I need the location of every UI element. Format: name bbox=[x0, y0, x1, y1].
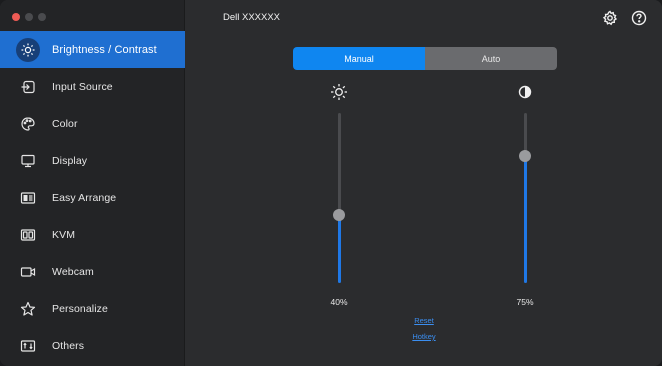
kvm-icon bbox=[17, 224, 39, 246]
sidebar-item-input-source[interactable]: Input Source bbox=[0, 68, 185, 105]
mode-toggle: Manual Auto bbox=[293, 47, 557, 70]
sidebar-item-personalize[interactable]: Personalize bbox=[0, 290, 185, 327]
sidebar-nav: Brightness / Contrast Input Source Color… bbox=[0, 31, 185, 364]
sidebar-item-label: Input Source bbox=[52, 80, 113, 93]
sidebar-item-label: Color bbox=[52, 117, 78, 130]
sidebar-item-label: Brightness / Contrast bbox=[52, 43, 157, 56]
contrast-slider[interactable] bbox=[519, 113, 531, 283]
sidebar-item-label: Personalize bbox=[52, 302, 108, 315]
contrast-value: 75% bbox=[516, 297, 534, 307]
reset-link[interactable]: Reset bbox=[394, 316, 454, 325]
star-icon bbox=[17, 298, 39, 320]
auto-mode-button[interactable]: Auto bbox=[425, 47, 557, 70]
input-source-icon bbox=[17, 76, 39, 98]
sidebar-item-easy-arrange[interactable]: Easy Arrange bbox=[0, 179, 185, 216]
sidebar-item-webcam[interactable]: Webcam bbox=[0, 253, 185, 290]
page-title: Dell XXXXXX bbox=[223, 12, 281, 23]
contrast-slider-group: 75% bbox=[505, 83, 545, 313]
manual-mode-button[interactable]: Manual bbox=[293, 47, 425, 70]
brightness-slider-fill bbox=[337, 215, 341, 283]
brightness-slider-thumb[interactable] bbox=[333, 209, 345, 221]
zoom-window-button[interactable] bbox=[38, 13, 46, 21]
contrast-slider-thumb[interactable] bbox=[519, 149, 531, 162]
sidebar-item-kvm[interactable]: KVM bbox=[0, 216, 185, 253]
sidebar: Brightness / Contrast Input Source Color… bbox=[0, 0, 185, 366]
sidebar-item-brightness-contrast[interactable]: Brightness / Contrast bbox=[0, 31, 185, 68]
brightness-slider[interactable] bbox=[333, 113, 345, 283]
minimize-window-button[interactable] bbox=[25, 13, 33, 21]
window-controls bbox=[12, 13, 46, 21]
contrast-icon bbox=[515, 83, 535, 101]
color-icon bbox=[17, 113, 39, 135]
sidebar-item-label: Easy Arrange bbox=[52, 191, 117, 204]
sidebar-item-label: Display bbox=[52, 154, 88, 167]
sun-icon bbox=[329, 83, 349, 101]
webcam-icon bbox=[17, 261, 39, 283]
easy-arrange-icon bbox=[17, 187, 39, 209]
sidebar-item-color[interactable]: Color bbox=[0, 105, 185, 142]
sidebar-item-label: KVM bbox=[52, 228, 76, 241]
sidebar-item-others[interactable]: Others bbox=[0, 327, 185, 364]
gear-icon[interactable] bbox=[602, 10, 618, 26]
brightness-value: 40% bbox=[330, 297, 348, 307]
sidebar-item-label: Others bbox=[52, 339, 85, 352]
brightness-slider-group: 40% bbox=[319, 83, 359, 313]
sidebar-item-display[interactable]: Display bbox=[0, 142, 185, 179]
app-window: Brightness / Contrast Input Source Color… bbox=[0, 0, 662, 366]
contrast-slider-fill bbox=[523, 155, 527, 283]
main-panel: Dell XXXXXX Manual Auto 40% 75% Reset Ho… bbox=[185, 0, 662, 366]
help-icon[interactable] bbox=[631, 10, 647, 26]
close-window-button[interactable] bbox=[12, 13, 20, 21]
sidebar-item-label: Webcam bbox=[52, 265, 94, 278]
display-icon bbox=[17, 150, 39, 172]
hotkey-link[interactable]: Hotkey bbox=[394, 332, 454, 341]
brightness-icon bbox=[16, 37, 40, 62]
others-icon bbox=[17, 335, 39, 357]
